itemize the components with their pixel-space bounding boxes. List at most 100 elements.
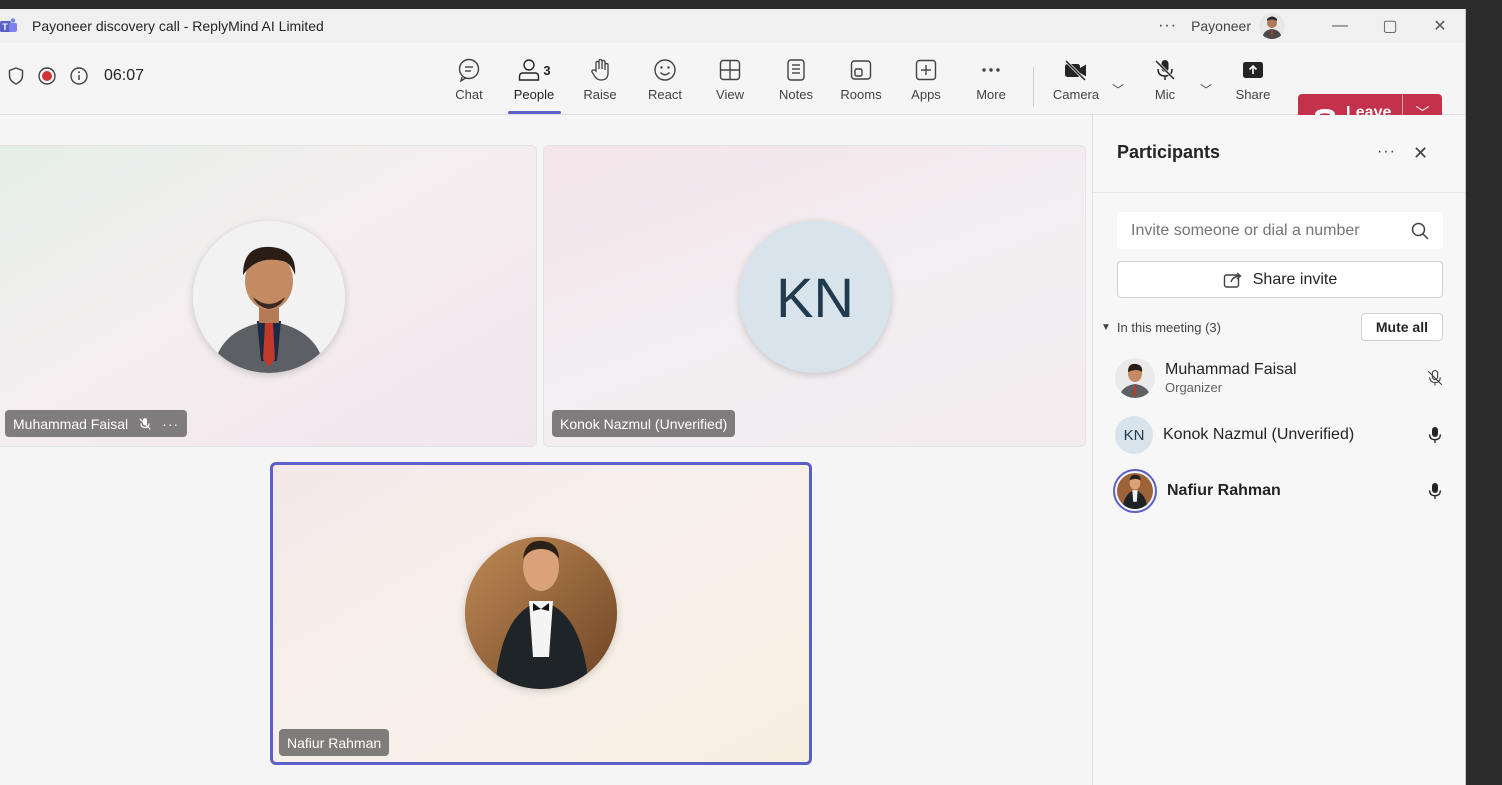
people-tab-indicator bbox=[508, 111, 561, 114]
mic-off-icon[interactable] bbox=[1425, 368, 1445, 388]
mic-glyph bbox=[1429, 483, 1441, 499]
account-avatar[interactable] bbox=[1259, 13, 1285, 39]
mic-options-chevron-icon[interactable]: ﹀ bbox=[1200, 81, 1212, 98]
mute-all-label: Mute all bbox=[1375, 319, 1428, 335]
avatar-speaking bbox=[1113, 469, 1157, 513]
tile-more-options-icon[interactable]: ··· bbox=[162, 416, 179, 432]
toolbar-divider bbox=[1033, 67, 1034, 107]
participant-tile-active-speaker[interactable]: Nafiur Rahman bbox=[270, 462, 812, 765]
notes-button[interactable]: Notes bbox=[768, 55, 824, 109]
mic-button[interactable]: Mic bbox=[1137, 55, 1193, 109]
window-title: Payoneer discovery call - ReplyMind AI L… bbox=[32, 18, 324, 34]
participant-list-item[interactable]: KN Konok Nazmul (Unverified) bbox=[1115, 409, 1445, 461]
video-stage: Muhammad Faisal ··· KN Konok Nazmul (Unv… bbox=[0, 115, 1092, 785]
participant-name: Konok Nazmul (Unverified) bbox=[1163, 426, 1355, 443]
maximize-icon[interactable]: ▢ bbox=[1365, 9, 1415, 43]
collapse-caret-icon[interactable]: ▼ bbox=[1101, 322, 1111, 333]
participant-name: Nafiur Rahman bbox=[1167, 482, 1281, 499]
chat-icon bbox=[458, 58, 480, 82]
meeting-timer: 06:07 bbox=[104, 67, 145, 84]
mute-all-button[interactable]: Mute all bbox=[1360, 313, 1443, 341]
mic-off-glyph bbox=[1427, 369, 1443, 386]
svg-text:T: T bbox=[2, 22, 8, 32]
org-name[interactable]: Payoneer bbox=[1191, 18, 1251, 34]
view-button[interactable]: View bbox=[702, 55, 758, 109]
participant-name: Konok Nazmul (Unverified) bbox=[560, 415, 728, 432]
mic-on-icon[interactable] bbox=[1425, 425, 1445, 445]
more-label: More bbox=[976, 87, 1006, 102]
people-count-badge: 3 bbox=[543, 62, 551, 78]
react-label: React bbox=[648, 87, 682, 102]
close-panel-icon[interactable]: ✕ bbox=[1413, 143, 1428, 164]
share-icon bbox=[1223, 271, 1242, 288]
chat-button[interactable]: Chat bbox=[441, 55, 497, 109]
avatar-initials: KN bbox=[776, 265, 854, 329]
participant-list-item[interactable]: Muhammad Faisal Organizer bbox=[1115, 352, 1445, 404]
avatar: KN bbox=[739, 221, 891, 373]
raise-label: Raise bbox=[583, 87, 617, 102]
more-button[interactable]: More bbox=[963, 55, 1019, 109]
minimize-icon[interactable]: — bbox=[1315, 9, 1365, 43]
notes-label: Notes bbox=[779, 87, 813, 102]
more-icon bbox=[982, 68, 1000, 72]
camera-label: Camera bbox=[1052, 87, 1100, 102]
in-meeting-label: In this meeting (3) bbox=[1116, 319, 1221, 335]
account-avatar-icon bbox=[1259, 13, 1285, 39]
grid-view-icon bbox=[719, 59, 741, 81]
recording-icon[interactable] bbox=[38, 67, 56, 85]
share-label: Share bbox=[1235, 87, 1271, 102]
share-button[interactable]: Share bbox=[1225, 55, 1281, 109]
close-icon[interactable]: ✕ bbox=[1415, 9, 1465, 43]
profile-photo bbox=[1115, 358, 1155, 398]
participant-tile[interactable]: KN Konok Nazmul (Unverified) bbox=[543, 145, 1086, 447]
avatar bbox=[465, 537, 617, 689]
more-options-icon[interactable]: ··· bbox=[1158, 17, 1177, 35]
camera-button[interactable]: Camera bbox=[1048, 55, 1104, 109]
invite-search-input[interactable] bbox=[1131, 221, 1411, 240]
participant-name-tag: Nafiur Rahman bbox=[279, 729, 390, 756]
avatar bbox=[1115, 358, 1155, 398]
shield-icon[interactable] bbox=[8, 67, 24, 85]
teams-icon: T bbox=[0, 18, 17, 32]
meeting-status: 06:07 bbox=[8, 67, 144, 85]
camera-off-icon bbox=[1064, 59, 1087, 82]
participant-list-item[interactable]: Nafiur Rahman bbox=[1113, 465, 1445, 517]
mic-off-icon bbox=[139, 417, 151, 430]
people-icon bbox=[519, 59, 540, 81]
participant-name-tag: Muhammad Faisal ··· bbox=[5, 410, 188, 437]
invite-search-box[interactable] bbox=[1117, 212, 1443, 249]
add-apps-icon bbox=[915, 59, 937, 81]
view-label: View bbox=[716, 87, 744, 102]
participant-role: Organizer bbox=[1165, 380, 1223, 395]
rooms-button[interactable]: Rooms bbox=[833, 55, 889, 109]
mic-label: Mic bbox=[1154, 87, 1176, 102]
participant-tile[interactable]: Muhammad Faisal ··· bbox=[0, 145, 537, 447]
title-bar-controls: ··· Payoneer — ▢ ✕ bbox=[1158, 9, 1465, 43]
avatar-initials: KN bbox=[1115, 416, 1153, 454]
title-bar: T Payoneer discovery call - ReplyMind AI… bbox=[0, 9, 1465, 43]
panel-header: Participants ··· ✕ bbox=[1093, 115, 1465, 193]
raise-hand-button[interactable]: Raise bbox=[572, 55, 628, 109]
mic-glyph bbox=[1429, 427, 1441, 443]
apps-button[interactable]: Apps bbox=[898, 55, 954, 109]
participant-name: Muhammad Faisal bbox=[13, 415, 129, 432]
react-button[interactable]: React bbox=[637, 55, 693, 109]
panel-more-options-icon[interactable]: ··· bbox=[1377, 143, 1396, 161]
info-icon[interactable] bbox=[70, 67, 88, 85]
people-label: People bbox=[513, 87, 555, 102]
mic-on-icon[interactable] bbox=[1425, 481, 1445, 501]
share-invite-button[interactable]: Share invite bbox=[1117, 261, 1443, 298]
participants-panel: Participants ··· ✕ Share invite ▼ In thi… bbox=[1092, 115, 1465, 785]
in-meeting-section-header[interactable]: ▼ In this meeting (3) Mute all bbox=[1101, 313, 1443, 341]
avatar bbox=[193, 221, 345, 373]
participant-name: Nafiur Rahman bbox=[287, 734, 382, 751]
profile-photo bbox=[465, 537, 617, 689]
apps-label: Apps bbox=[911, 87, 941, 102]
notes-icon bbox=[787, 59, 805, 81]
rooms-label: Rooms bbox=[840, 87, 882, 102]
search-icon[interactable] bbox=[1411, 222, 1429, 240]
share-invite-label: Share invite bbox=[1252, 270, 1338, 288]
camera-options-chevron-icon[interactable]: ﹀ bbox=[1112, 81, 1124, 98]
profile-photo bbox=[193, 221, 345, 373]
people-button[interactable]: 3 People bbox=[506, 55, 562, 109]
